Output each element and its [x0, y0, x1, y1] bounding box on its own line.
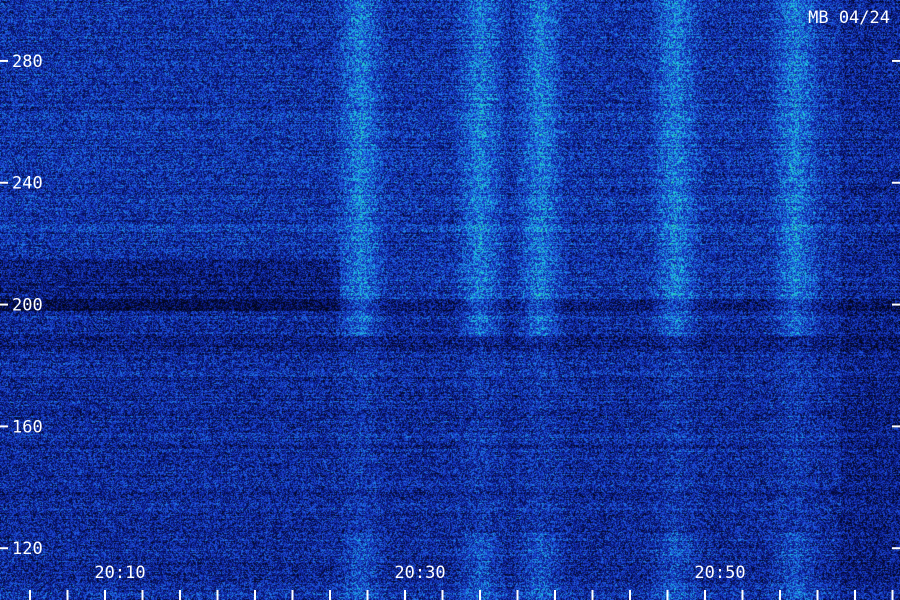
- y-tick-label: 160: [12, 417, 43, 437]
- axis-overlay: 120 160 200 240 280 20:10 20:30 20:50 MB 04/24: [0, 8, 900, 600]
- date-stamp: MB 04/24: [808, 8, 890, 28]
- y-tick-label: 200: [12, 296, 43, 316]
- spectrogram-chart: 120 160 200 240 280 20:10 20:30 20:50 MB 04/24: [0, 0, 900, 600]
- y-tick-label: 240: [12, 174, 43, 194]
- y-tick-label: 120: [12, 539, 43, 559]
- x-tick-label: 20:50: [694, 563, 745, 583]
- y-tick-label: 280: [12, 52, 43, 72]
- x-tick-label: 20:10: [94, 563, 145, 583]
- y-axis: 120 160 200 240 280: [0, 52, 900, 559]
- x-tick-label: 20:30: [394, 563, 445, 583]
- x-axis: 20:10 20:30 20:50: [29, 563, 894, 600]
